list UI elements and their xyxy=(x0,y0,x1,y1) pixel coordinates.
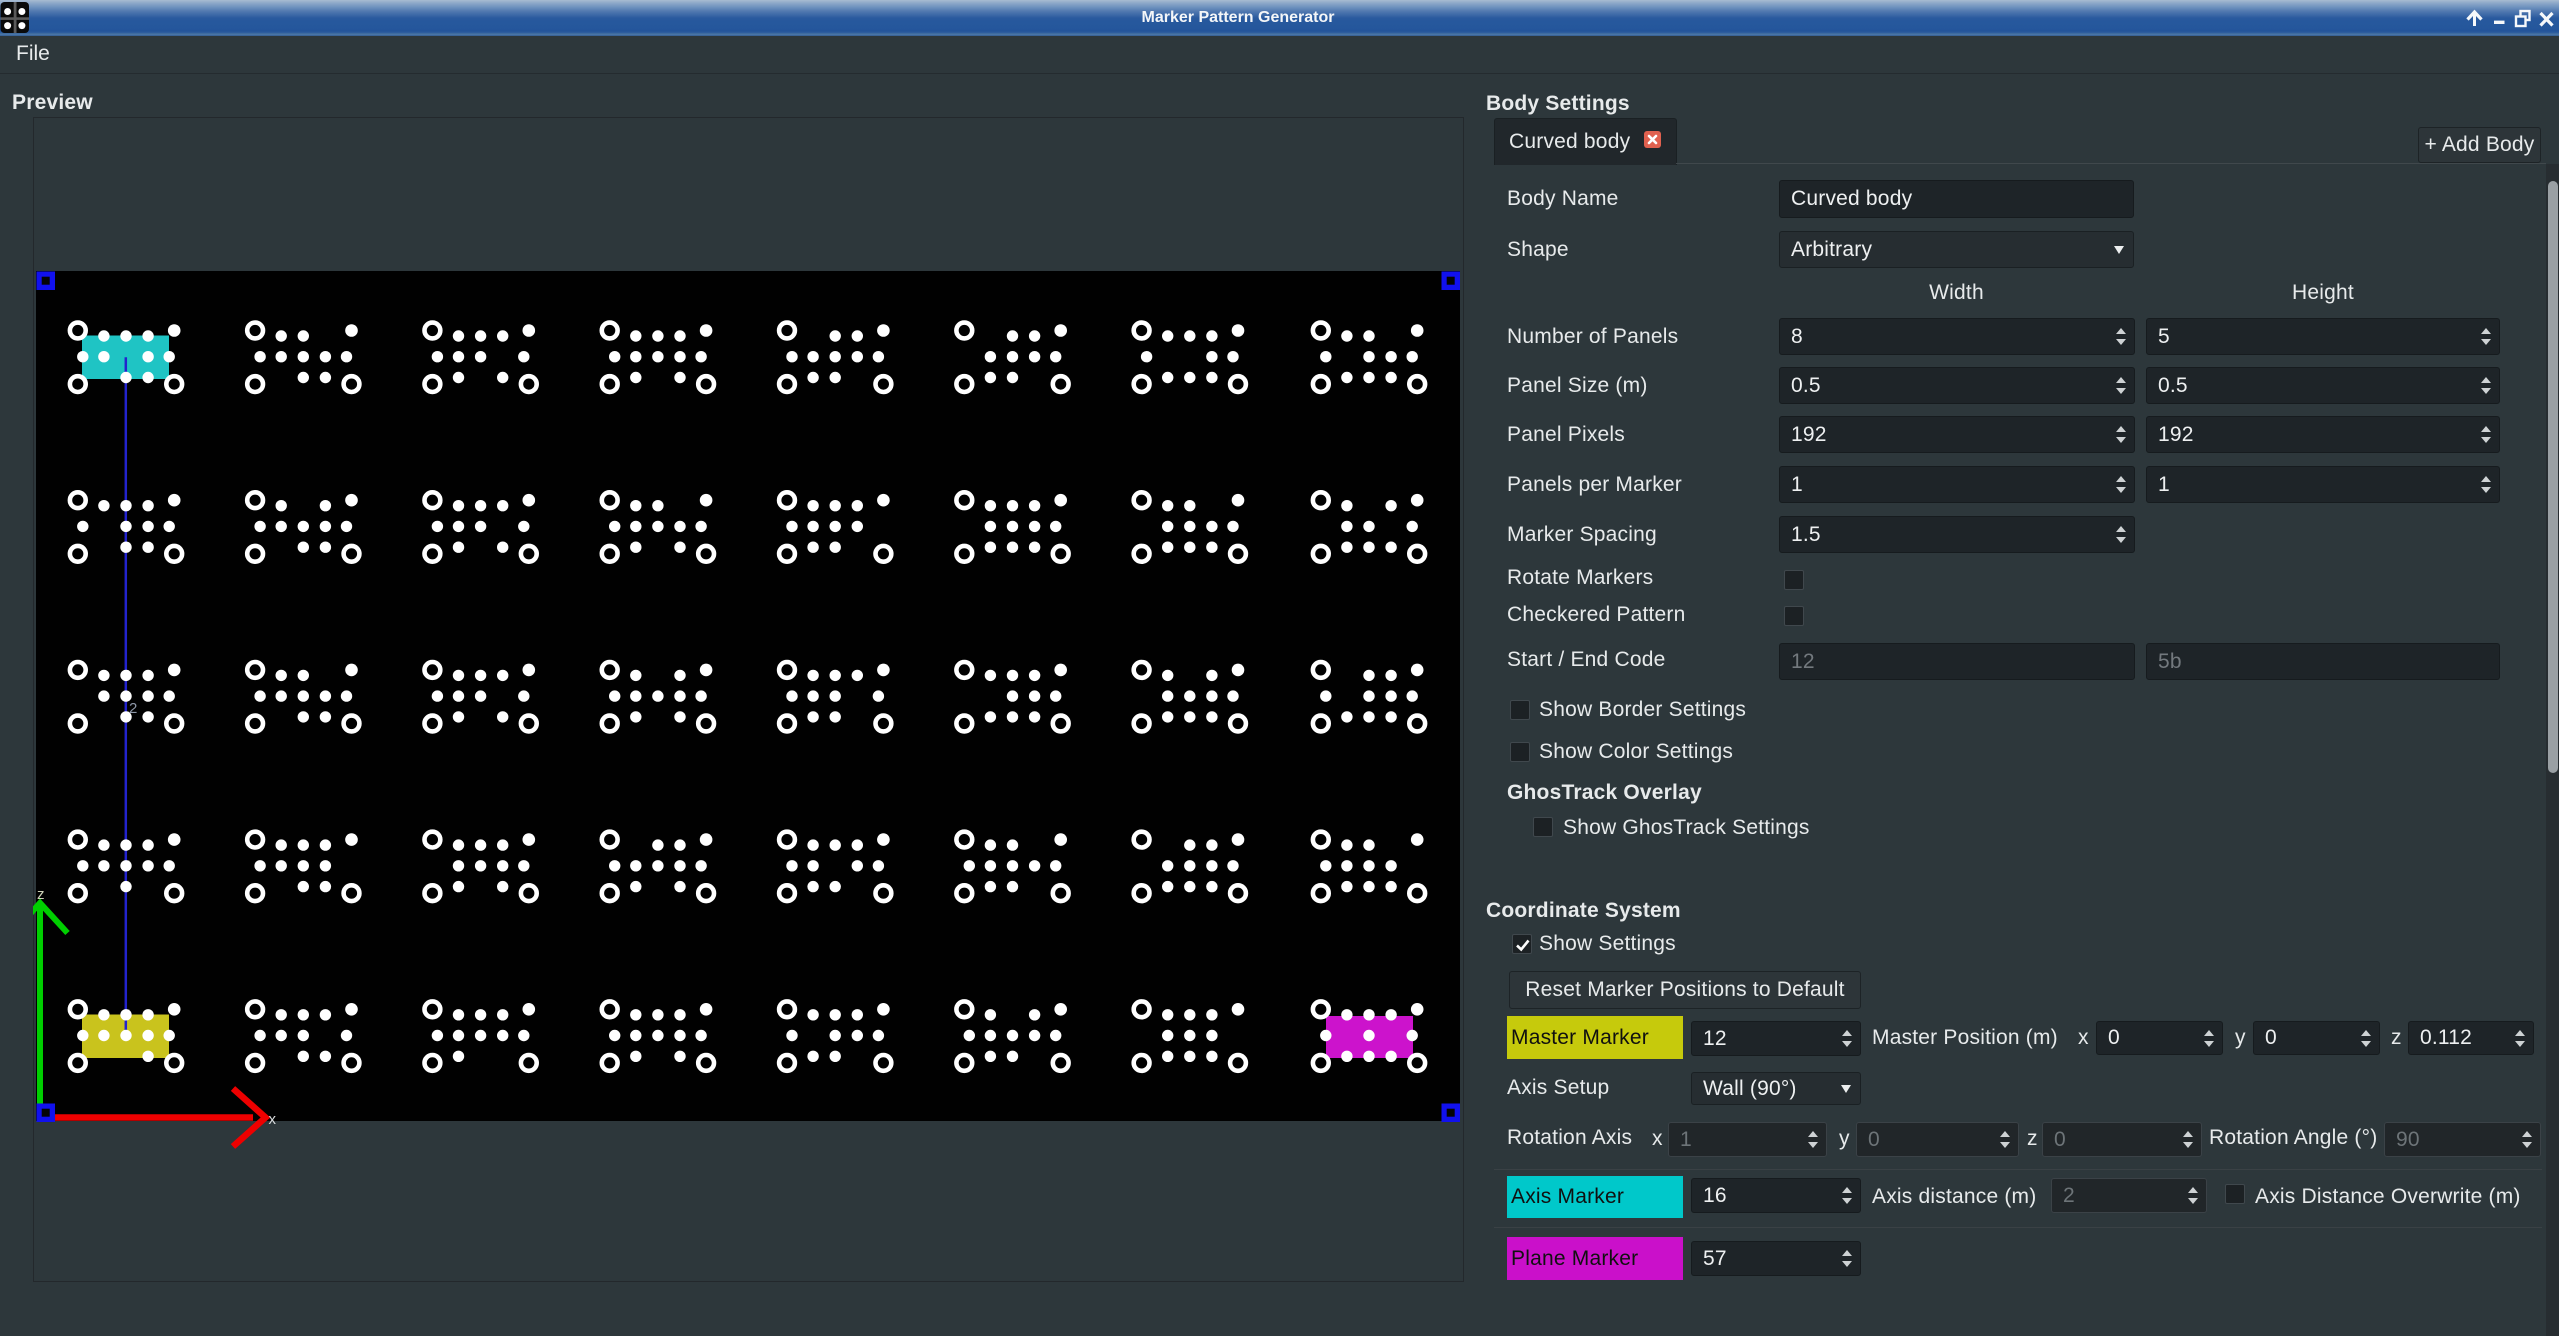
svg-text:z: z xyxy=(37,886,45,903)
svg-text:2: 2 xyxy=(129,700,137,717)
svg-text:x: x xyxy=(269,1111,277,1128)
